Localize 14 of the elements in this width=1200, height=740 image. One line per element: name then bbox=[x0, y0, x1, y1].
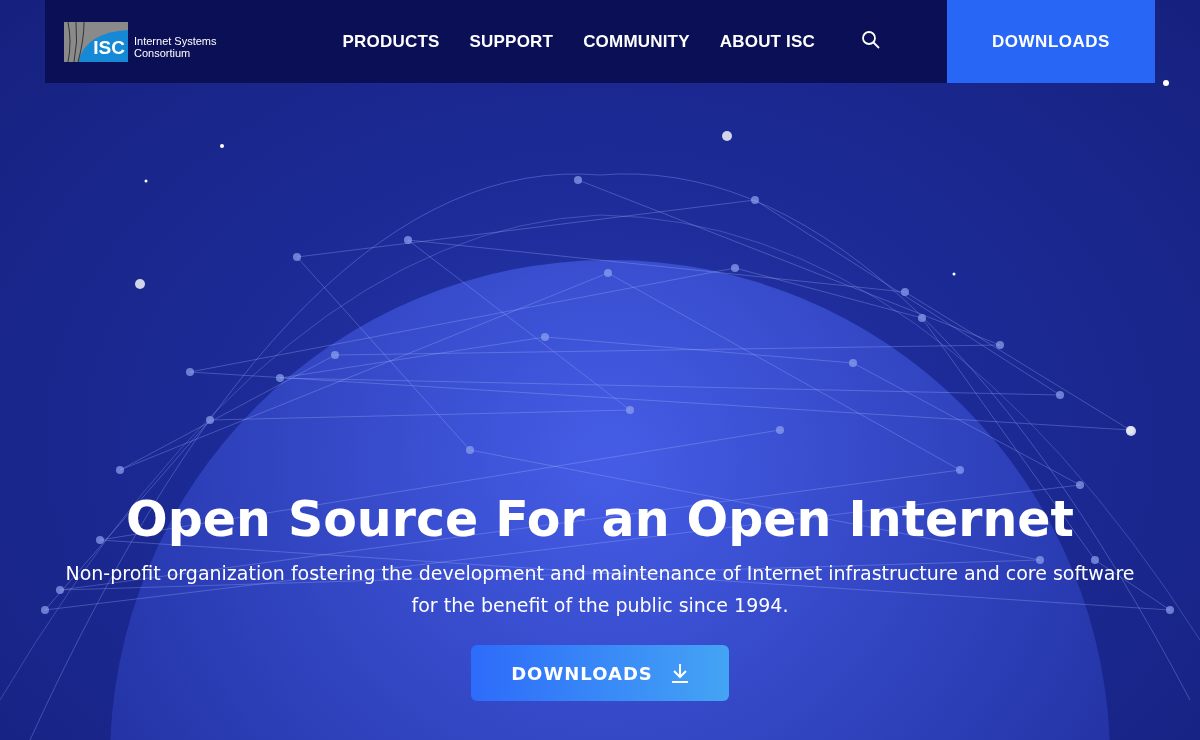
logo-icon[interactable]: ISC bbox=[64, 21, 128, 62]
nav-link[interactable]: COMMUNITY bbox=[583, 31, 690, 52]
logo-text: Internet Systems bbox=[134, 34, 217, 47]
nav-link[interactable]: ABOUT ISC bbox=[719, 31, 816, 52]
logo-mark: ISC bbox=[93, 36, 125, 59]
hero-title: Open Source For an Open Internet bbox=[126, 491, 1074, 549]
downloads-button[interactable]: DOWNLOADS bbox=[947, 0, 1155, 83]
downloads-button[interactable]: DOWNLOADS bbox=[471, 645, 729, 701]
logo-text: Consortium bbox=[134, 46, 191, 59]
hero-subtitle: Non-profit organization fostering the development and maintenance of Internet infrastructure and core software for the benefit of the public since 1994. bbox=[64, 561, 1136, 618]
nav-link[interactable]: PRODUCTS bbox=[342, 31, 440, 52]
search-icon[interactable] bbox=[861, 29, 882, 50]
nav-link[interactable]: SUPPORT bbox=[469, 31, 554, 52]
download-icon bbox=[670, 663, 689, 683]
